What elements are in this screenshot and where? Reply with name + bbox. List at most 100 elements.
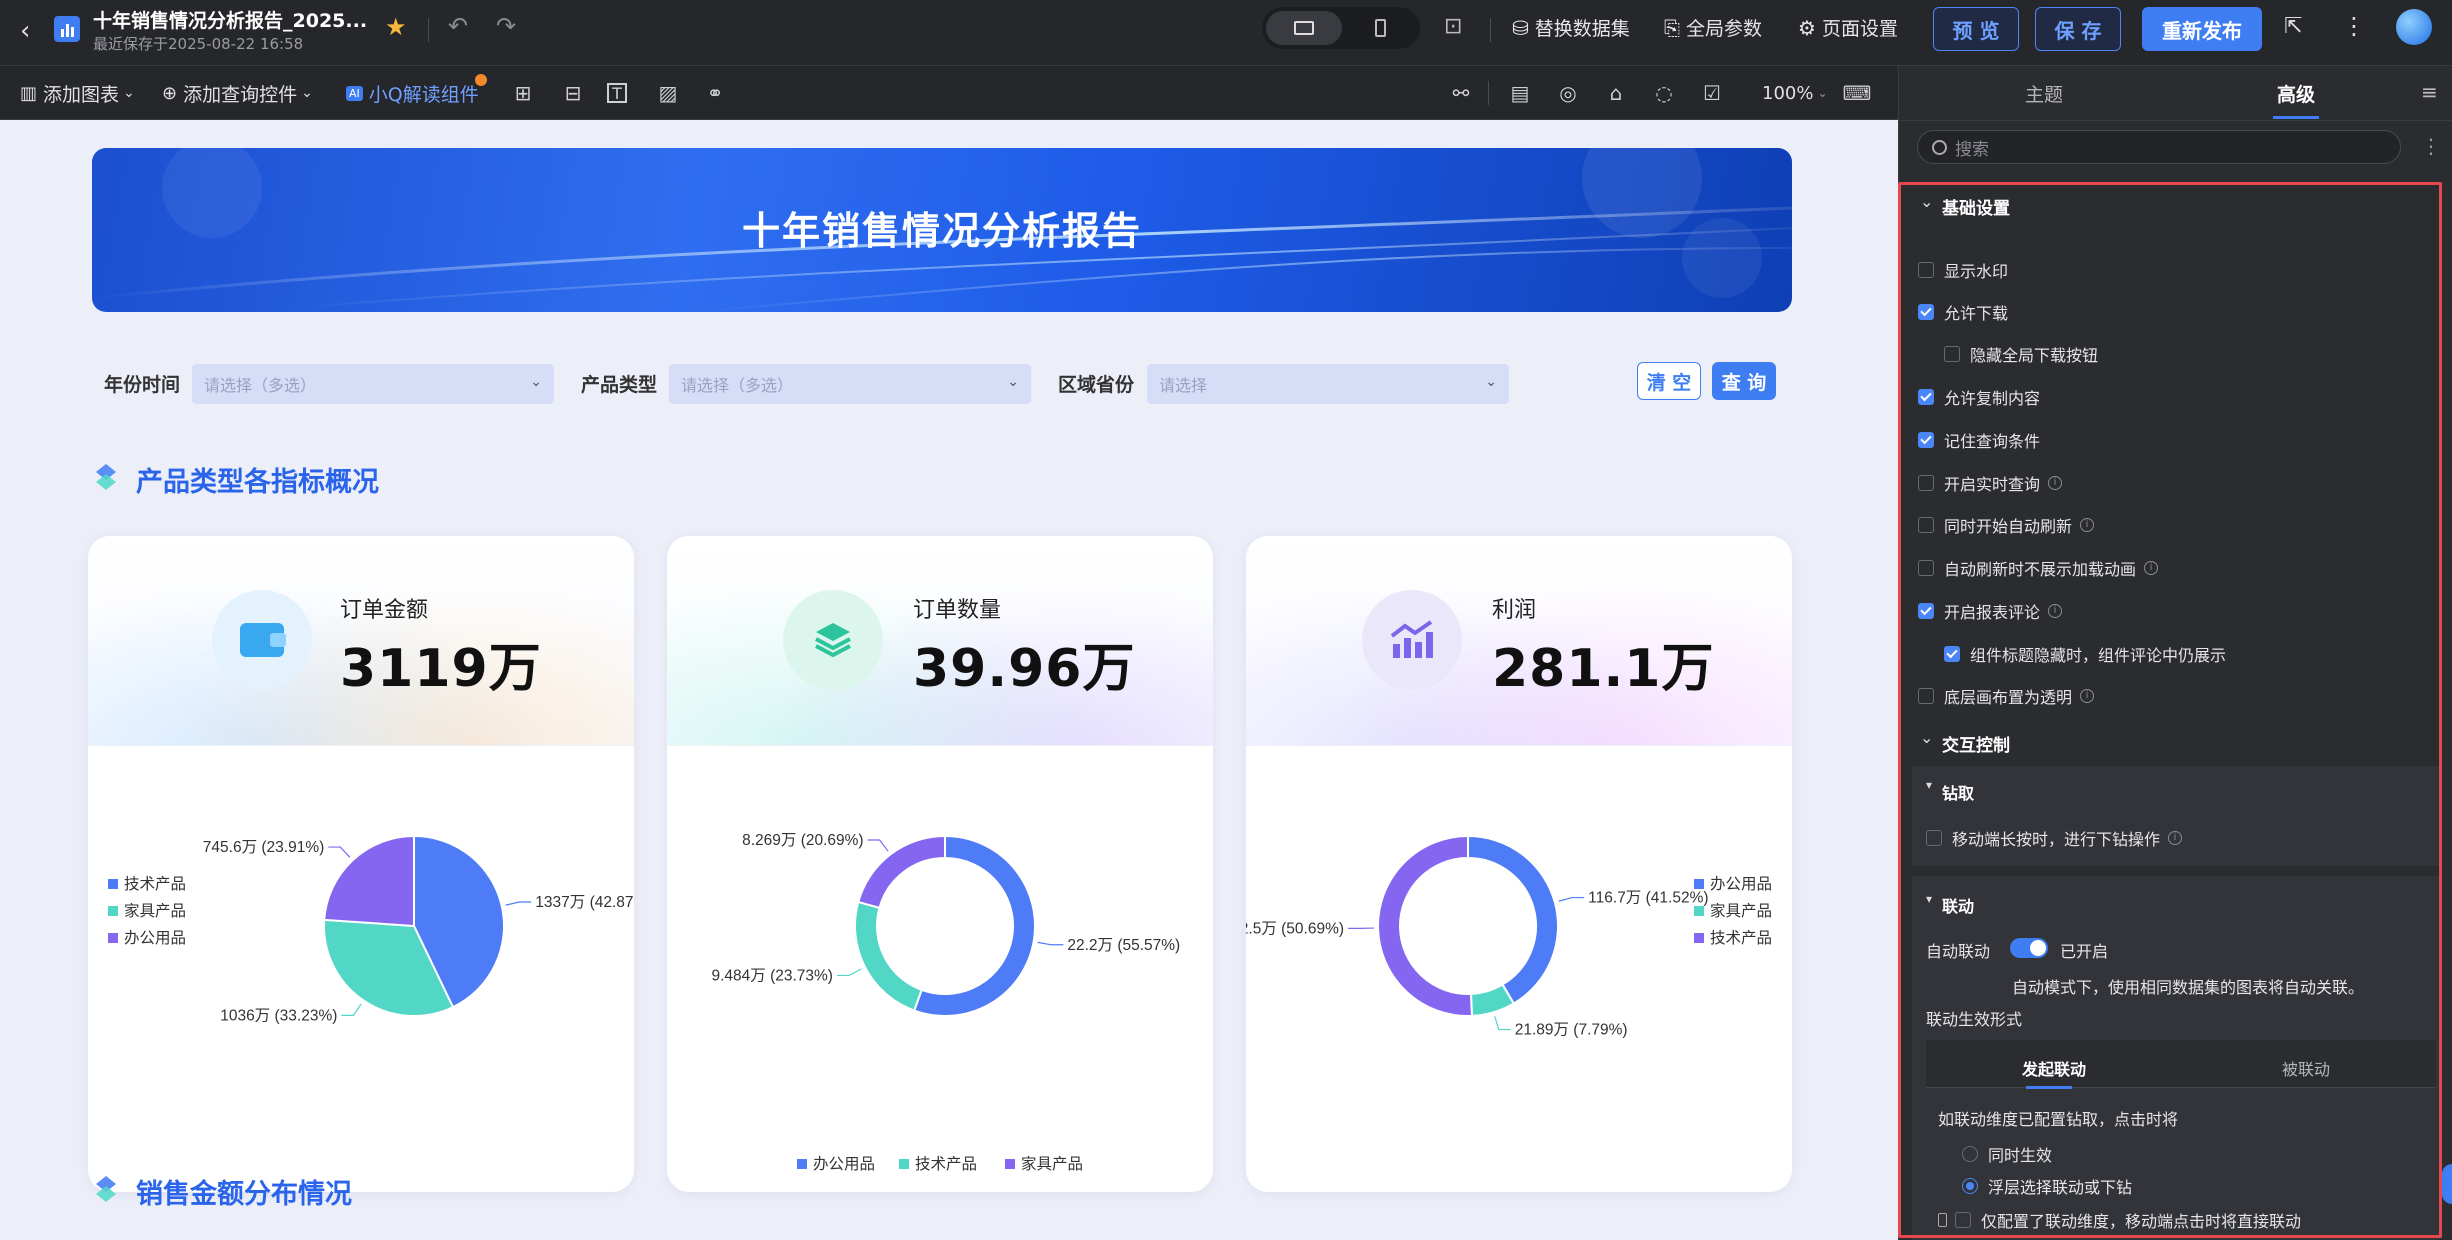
panel-menu-icon[interactable]: ≡ bbox=[2421, 80, 2438, 104]
replace-dataset-button[interactable]: ⛁ 替换数据集 bbox=[1512, 14, 1630, 41]
tab-advanced[interactable]: 高级 bbox=[2277, 80, 2315, 107]
section-icon bbox=[94, 462, 118, 494]
hide-icon[interactable]: ◌ bbox=[1651, 80, 1677, 106]
back-icon[interactable]: ‹ bbox=[20, 16, 30, 46]
preview-button[interactable]: 预 览 bbox=[1933, 7, 2019, 51]
ai-interpret-button[interactable]: AI 小Q解读组件 bbox=[346, 66, 487, 120]
layout-icon[interactable]: ⊞ bbox=[510, 80, 536, 106]
lock-icon[interactable]: ⊡ bbox=[1444, 14, 1462, 39]
star-icon[interactable]: ★ bbox=[385, 13, 407, 41]
check-icon[interactable]: ☑ bbox=[1699, 80, 1725, 106]
checkbox[interactable] bbox=[1944, 346, 1960, 362]
checkbox[interactable] bbox=[1918, 560, 1934, 576]
radio[interactable] bbox=[1962, 1146, 1978, 1162]
tab-component-icon[interactable]: ⊟ bbox=[560, 80, 586, 106]
kpi-card-profit: 利润 281.1万 116.7万 (41.52%)21.89万 (7.79%)1… bbox=[1246, 536, 1792, 1192]
tab-theme[interactable]: 主题 bbox=[2025, 80, 2063, 107]
global-params-button[interactable]: ⎘ 全局参数 bbox=[1664, 14, 1762, 41]
checkbox[interactable] bbox=[1926, 830, 1942, 846]
option-3[interactable]: 允许复制内容 bbox=[1918, 385, 2040, 409]
component-library-icon[interactable]: ⌂ bbox=[1603, 80, 1629, 106]
more-icon[interactable]: ⋮ bbox=[2342, 12, 2366, 40]
avatar[interactable] bbox=[2396, 9, 2432, 45]
save-button[interactable]: 保 存 bbox=[2035, 7, 2121, 51]
option-2[interactable]: 隐藏全局下载按钮 bbox=[1944, 342, 2098, 366]
undo-icon[interactable]: ↶ bbox=[448, 12, 468, 40]
year-select[interactable]: 请选择（多选） ⌄ bbox=[192, 364, 554, 404]
legend-item[interactable]: 技术产品 bbox=[124, 875, 186, 893]
mobile-view-button[interactable] bbox=[1344, 11, 1416, 45]
keyboard-icon[interactable]: ⌨ bbox=[1843, 80, 1872, 106]
add-chart-button[interactable]: ▥ 添加图表 ⌄ bbox=[20, 66, 135, 120]
pie-slice[interactable] bbox=[323, 834, 415, 928]
option-6[interactable]: 同时开始自动刷新 i bbox=[1918, 513, 2095, 537]
caret-icon[interactable]: ▾ bbox=[1926, 892, 1932, 906]
mobile-direct-link-option[interactable]: 仅配置了联动维度，移动端点击时将直接联动 bbox=[1938, 1208, 2301, 1232]
checkbox[interactable] bbox=[1918, 475, 1934, 491]
pie-slice[interactable] bbox=[857, 834, 946, 910]
checkbox[interactable] bbox=[1918, 517, 1934, 533]
link-icon[interactable]: ⚭ bbox=[702, 80, 728, 106]
checkbox[interactable] bbox=[1918, 262, 1934, 278]
legend-item[interactable]: 技术产品 bbox=[1710, 929, 1772, 947]
legend-item[interactable]: 办公用品 bbox=[124, 929, 186, 947]
clear-button[interactable]: 清 空 bbox=[1637, 362, 1701, 400]
search-input[interactable]: 搜索 bbox=[1917, 130, 2401, 164]
theme-icon[interactable]: ◎ bbox=[1555, 80, 1581, 106]
text-icon[interactable]: T bbox=[607, 83, 627, 103]
image-icon[interactable]: ▨ bbox=[655, 80, 681, 106]
republish-button[interactable]: 重新发布 bbox=[2142, 7, 2262, 51]
search-more-icon[interactable]: ⋮ bbox=[2421, 134, 2441, 158]
option-4[interactable]: 记住查询条件 bbox=[1918, 428, 2040, 452]
label-leader bbox=[1558, 896, 1585, 902]
option-5[interactable]: 开启实时查询 i bbox=[1918, 471, 2063, 495]
add-query-button[interactable]: ⊕ 添加查询控件 ⌄ bbox=[162, 66, 313, 120]
template-icon[interactable]: ▤ bbox=[1507, 80, 1533, 106]
checkbox[interactable] bbox=[1918, 389, 1934, 405]
legend-item[interactable]: 家具产品 bbox=[124, 902, 186, 920]
checkbox[interactable] bbox=[1955, 1212, 1971, 1228]
legend-item[interactable]: 家具产品 bbox=[1710, 902, 1772, 920]
radio[interactable] bbox=[1962, 1178, 1978, 1194]
option-9[interactable]: 组件标题隐藏时，组件评论中仍展示 bbox=[1944, 642, 2226, 666]
magic-link-icon[interactable]: ⚯ bbox=[1448, 80, 1474, 106]
pie-slice[interactable] bbox=[912, 834, 1036, 1017]
checkbox[interactable] bbox=[1944, 646, 1960, 662]
report-title[interactable]: 十年销售情况分析报告_2025... bbox=[93, 6, 367, 33]
radio-float-select[interactable]: 浮层选择联动或下钻 bbox=[1962, 1174, 2132, 1198]
product-type-select[interactable]: 请选择（多选） ⌄ bbox=[669, 364, 1031, 404]
radio-simultaneous[interactable]: 同时生效 bbox=[1962, 1142, 2052, 1166]
checkbox[interactable] bbox=[1918, 304, 1934, 320]
option-8[interactable]: 开启报表评论 i bbox=[1918, 599, 2063, 623]
legend-item[interactable]: 技术产品 bbox=[915, 1155, 977, 1173]
auto-link-toggle[interactable] bbox=[2010, 938, 2048, 958]
tab-passive-link[interactable]: 被联动 bbox=[2282, 1056, 2330, 1080]
option-1[interactable]: 允许下载 bbox=[1918, 300, 2008, 324]
share-icon[interactable]: ⇱ bbox=[2284, 14, 2302, 39]
desktop-view-button[interactable] bbox=[1266, 11, 1342, 45]
checkbox[interactable] bbox=[1918, 432, 1934, 448]
query-button[interactable]: 查 询 bbox=[1712, 362, 1776, 400]
drill-option[interactable]: 移动端长按时，进行下钻操作 i bbox=[1926, 826, 2183, 850]
collapse-icon[interactable]: ⌄ bbox=[1920, 192, 1933, 211]
legend-item[interactable]: 家具产品 bbox=[1021, 1155, 1083, 1173]
section-title-sales-distribution: 销售金额分布情况 bbox=[136, 1179, 352, 1210]
pie-slice[interactable] bbox=[1377, 834, 1473, 1017]
checkbox[interactable] bbox=[1918, 688, 1934, 704]
scroll-handle[interactable] bbox=[2442, 1164, 2452, 1204]
pie-slice[interactable] bbox=[854, 900, 923, 1012]
page-settings-button[interactable]: ⚙ 页面设置 bbox=[1798, 14, 1898, 41]
legend-item[interactable]: 办公用品 bbox=[813, 1155, 875, 1173]
checkbox[interactable] bbox=[1918, 603, 1934, 619]
collapse-icon[interactable]: ⌄ bbox=[1920, 728, 1933, 747]
option-10[interactable]: 底层画布置为透明 i bbox=[1918, 684, 2095, 708]
tab-initiate-link[interactable]: 发起联动 bbox=[2022, 1056, 2086, 1080]
option-7[interactable]: 自动刷新时不展示加载动画 i bbox=[1918, 556, 2159, 580]
caret-icon[interactable]: ▾ bbox=[1926, 778, 1932, 792]
legend-item[interactable]: 办公用品 bbox=[1710, 875, 1772, 893]
region-select[interactable]: 请选择 ⌄ bbox=[1147, 364, 1509, 404]
zoom-select[interactable]: 100% ⌄ bbox=[1762, 66, 1828, 120]
pie-slice[interactable] bbox=[1467, 834, 1559, 1005]
redo-icon[interactable]: ↷ bbox=[496, 12, 516, 40]
option-0[interactable]: 显示水印 bbox=[1918, 258, 2008, 282]
